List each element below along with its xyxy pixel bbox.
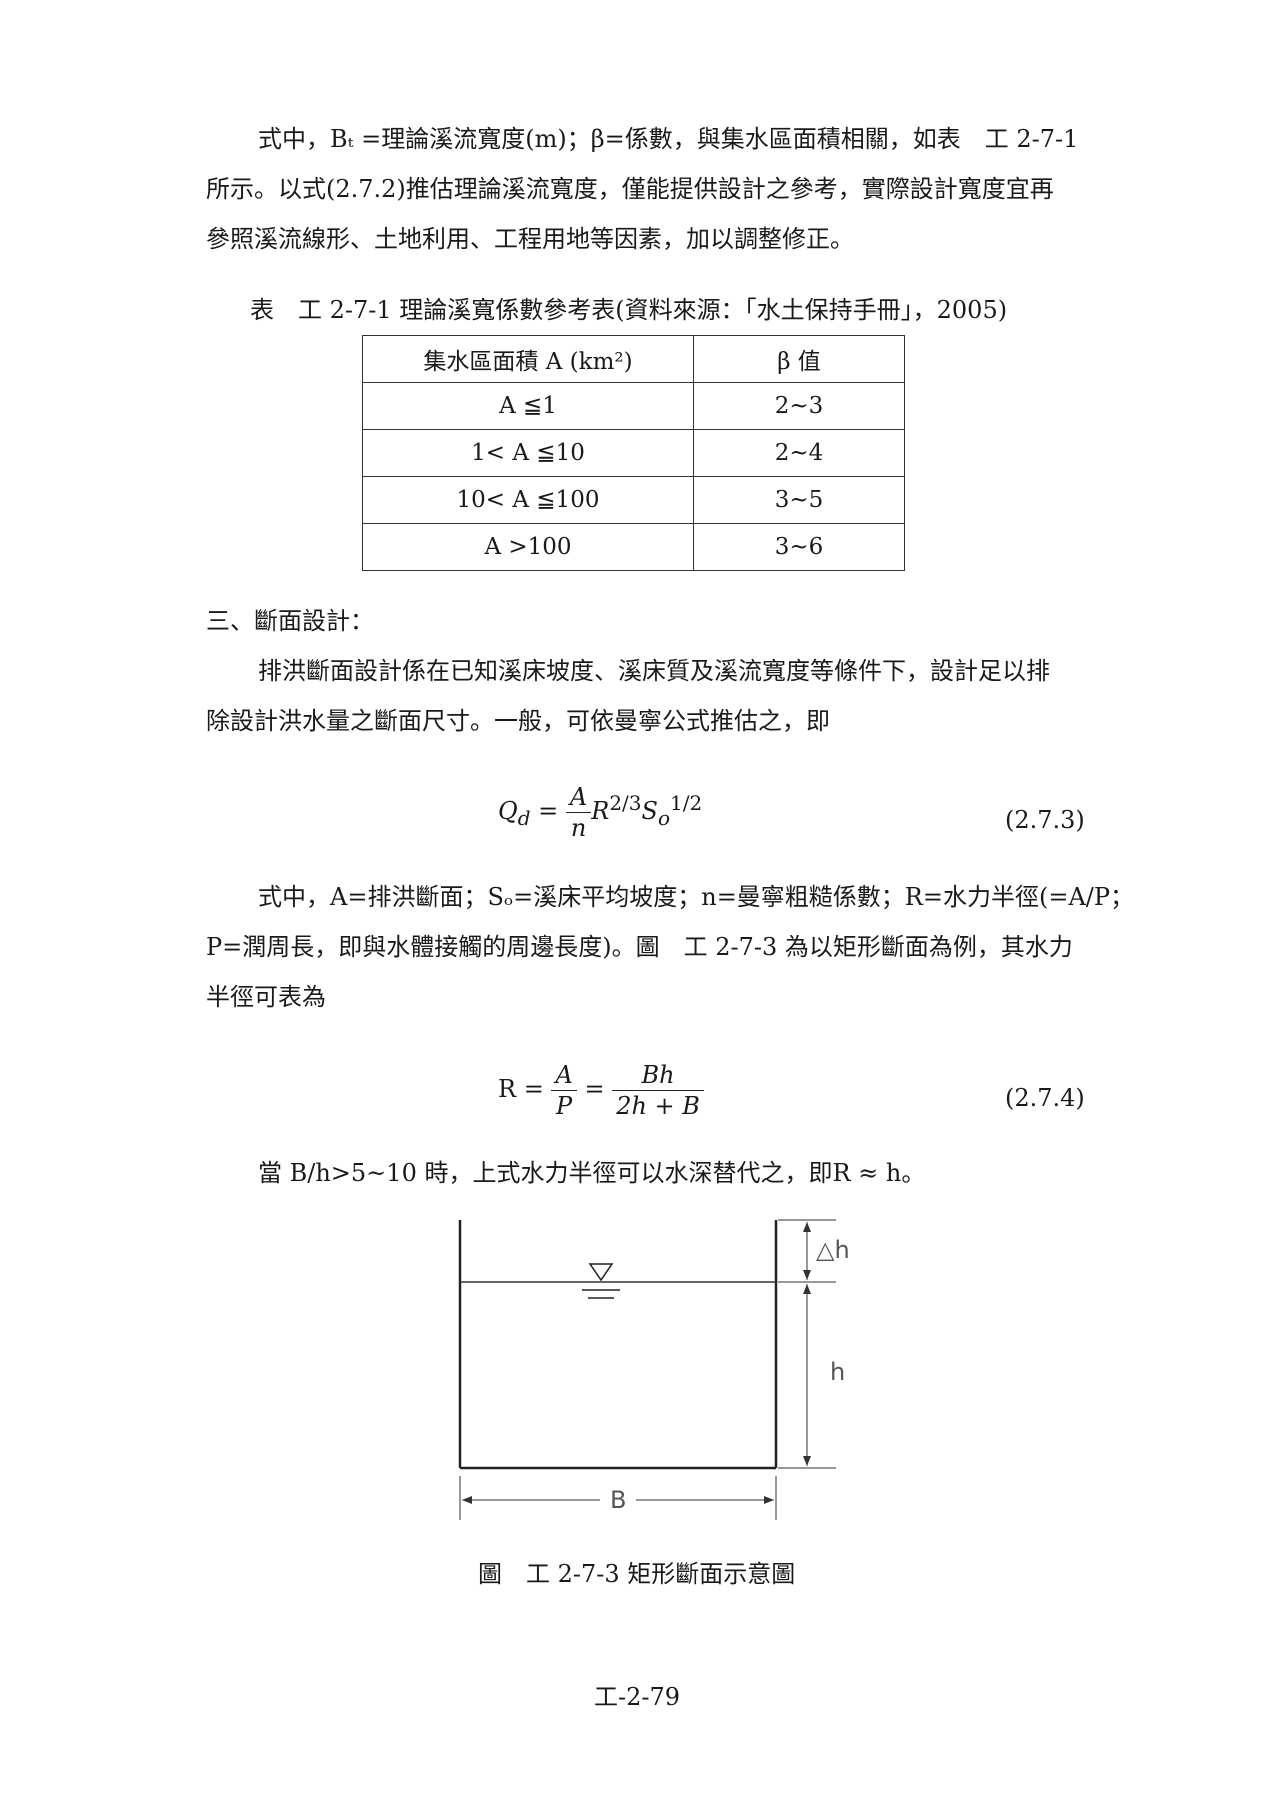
paragraph-2-line-3: 半徑可表為 [206, 983, 326, 1011]
paragraph-2-line-1: 式中，A=排洪斷面；Sₒ=溪床平均坡度；n=曼寧粗糙係數；R=水力半徑(=A/P… [258, 883, 1135, 911]
eq-numerator: A [565, 782, 592, 813]
arrow-head-icon [803, 1284, 811, 1294]
table-cell-beta: 2~3 [693, 382, 905, 430]
table-row: A >100 3~6 [362, 523, 905, 571]
eq-superscript: 1/2 [670, 791, 703, 815]
page-number: 工-2-79 [594, 1683, 681, 1711]
eq-denominator: n [570, 814, 587, 842]
arrow-head-icon [803, 1456, 811, 1466]
arrow-head-icon [462, 1496, 472, 1504]
table-row: 10< A ≦100 3~5 [362, 476, 905, 524]
table-cell-area: A >100 [362, 523, 694, 571]
table-cell-area: 1< A ≦10 [362, 429, 694, 477]
eq-symbol: R = [498, 1075, 544, 1103]
eq-fraction: Bh 2h + B [612, 1060, 704, 1121]
eq-fraction: A P [551, 1060, 577, 1121]
table-cell-area: 10< A ≦100 [362, 476, 694, 524]
paragraph-3-line-1: 當 B/h>5~10 時，上式水力半徑可以水深替代之，即R ≈ h。 [258, 1159, 926, 1187]
equation-number: (2.7.3) [1005, 806, 1085, 834]
label-delta-h: △h [816, 1236, 850, 1264]
table-caption: 表 工 2-7-1 理論溪寬係數參考表(資料來源：「水土保持手冊」，2005) [250, 296, 1008, 324]
eq-subscript: d [517, 805, 531, 830]
equation-number: (2.7.4) [1005, 1084, 1085, 1112]
eq-subscript: o [657, 805, 670, 830]
table-header-row: 集水區面積 A (km²) β 值 [362, 335, 905, 383]
water-level-icon [588, 1263, 614, 1282]
section-3-line-1: 排洪斷面設計係在已知溪床坡度、溪床質及溪流寬度等條件下，設計足以排 [258, 657, 1050, 685]
table-cell-beta: 2~4 [693, 429, 905, 477]
eq-operator: = [538, 797, 559, 825]
table-header-area: 集水區面積 A (km²) [362, 335, 694, 383]
paragraph-1-line-3: 參照溪流線形、土地利用、工程用地等因素，加以調整修正。 [206, 225, 854, 253]
equation-hydraulic-radius: R = A P = Bh 2h + B [498, 1060, 704, 1121]
eq-denominator: 2h + B [616, 1092, 700, 1120]
label-h: h [830, 1358, 845, 1386]
paragraph-2-line-2: P=潤周長，即與水體接觸的周邊長度)。圖 工 2-7-3 為以矩形斷面為例，其水… [206, 933, 1073, 961]
section-3-line-2: 除設計洪水量之斷面尺寸。一般，可依曼寧公式推估之，即 [206, 707, 830, 735]
table-row: A ≦1 2~3 [362, 382, 905, 430]
eq-superscript: 2/3 [609, 791, 642, 815]
eq-symbol: R [591, 797, 610, 825]
label-B: B [610, 1486, 626, 1514]
table-cell-beta: 3~6 [693, 523, 905, 571]
paragraph-1-line-2: 所示。以式(2.7.2)推估理論溪流寬度，僅能提供設計之參考，實際設計寬度宜再 [206, 175, 1054, 203]
equation-manning: Qd = A n R2/3So1/2 [498, 782, 702, 843]
table-cell-area: A ≦1 [362, 382, 694, 430]
eq-numerator: A [551, 1060, 577, 1091]
arrow-head-icon [803, 1222, 811, 1232]
eq-denominator: P [556, 1092, 573, 1120]
arrow-head-icon [764, 1496, 774, 1504]
paragraph-1-line-1: 式中，Bₜ =理論溪流寬度(m)；β=係數，與集水區面積相關，如表 工 2-7-… [258, 125, 1079, 153]
eq-fraction: A n [565, 782, 592, 843]
table-cell-beta: 3~5 [693, 476, 905, 524]
figure-caption: 圖 工 2-7-3 矩形斷面示意圖 [478, 1560, 796, 1588]
eq-symbol: Q [498, 797, 518, 825]
table-header-beta: β 值 [693, 335, 905, 383]
arrow-head-icon [803, 1270, 811, 1280]
eq-operator: = [584, 1075, 605, 1103]
rectangular-section-diagram: △h h B [458, 1219, 850, 1520]
beta-coefficient-table: 集水區面積 A (km²) β 值 A ≦1 2~3 1< A ≦10 2~4 … [362, 335, 905, 571]
section-heading: 三、斷面設計： [206, 607, 374, 635]
eq-symbol: S [641, 797, 658, 825]
table-row: 1< A ≦10 2~4 [362, 429, 905, 477]
eq-numerator: Bh [612, 1060, 704, 1091]
